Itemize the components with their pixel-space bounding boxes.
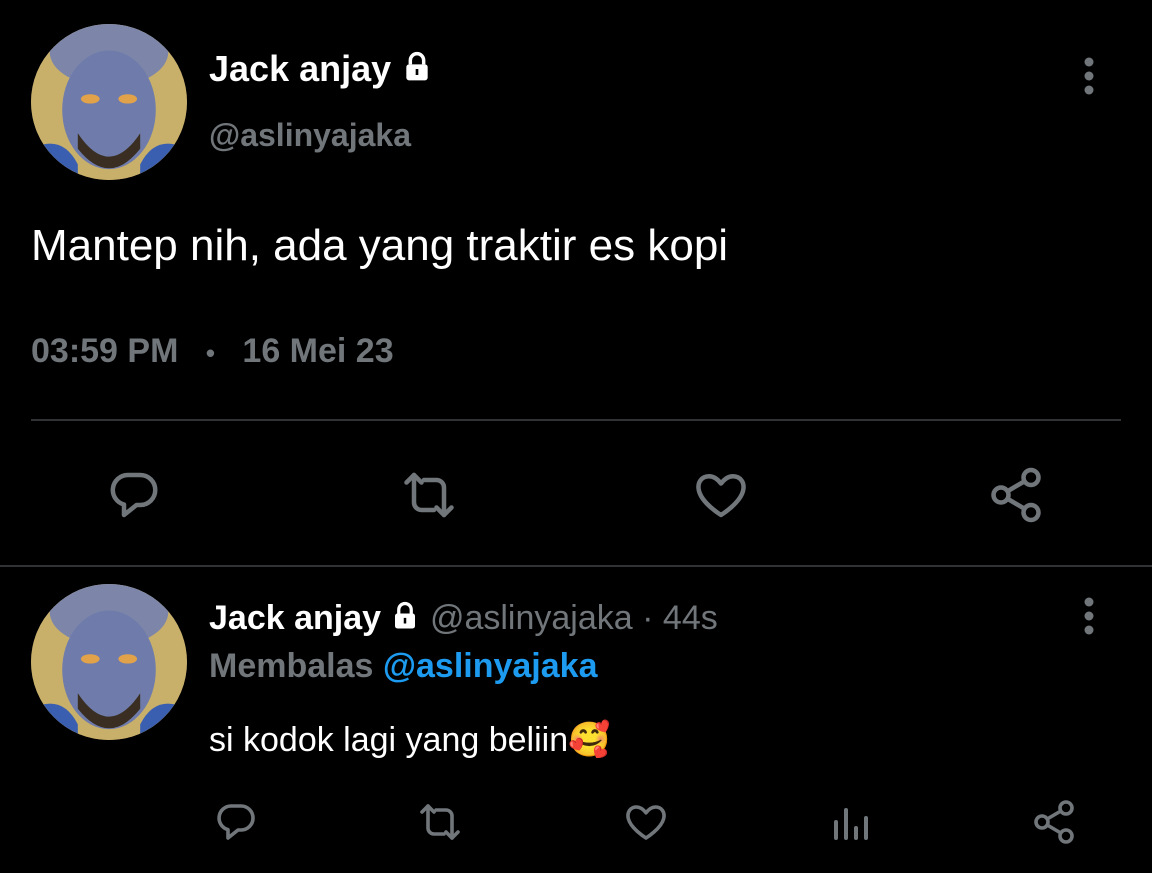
replying-to-link[interactable]: @aslinyajaka — [383, 647, 598, 685]
tweet-age: 44s — [662, 599, 718, 637]
main-tweet-avatar[interactable] — [31, 24, 187, 180]
retweet-icon[interactable] — [396, 465, 462, 525]
more-options-icon[interactable] — [1074, 56, 1104, 96]
views-icon[interactable] — [826, 798, 874, 846]
share-icon[interactable] — [986, 465, 1046, 525]
lock-icon — [401, 50, 433, 92]
divider — [31, 419, 1121, 421]
reply-tweet-avatar[interactable] — [31, 584, 187, 740]
reply-icon[interactable] — [212, 798, 260, 846]
section-divider — [0, 565, 1152, 567]
avatar-image — [31, 584, 187, 740]
tweet-date: 16 Mei 23 — [242, 332, 394, 370]
replying-prefix: Membalas — [209, 647, 374, 685]
reply-handle[interactable]: @aslinyajaka — [430, 599, 633, 637]
tweet-time: 03:59 PM — [31, 332, 179, 370]
retweet-icon[interactable] — [414, 798, 466, 846]
reply-text: si kodok lagi yang beliin — [209, 721, 569, 759]
lock-icon — [390, 600, 420, 640]
author-name: Jack anjay — [209, 48, 392, 89]
main-tweet-author[interactable]: Jack anjay — [209, 48, 433, 92]
main-tweet-handle[interactable]: @aslinyajaka — [209, 115, 411, 155]
like-icon[interactable] — [622, 798, 670, 846]
reply-icon[interactable] — [104, 465, 164, 525]
share-icon[interactable] — [1030, 798, 1078, 846]
replying-to-line: Membalas @aslinyajaka — [209, 646, 597, 686]
more-options-icon[interactable] — [1074, 596, 1104, 636]
reply-tweet-header: Jack anjay @aslinyajaka · 44s — [209, 598, 718, 640]
smiling-hearts-emoji: 🥰 — [568, 721, 611, 759]
main-tweet-text: Mantep nih, ada yang traktir es kopi — [31, 221, 729, 270]
dot-separator: · — [642, 599, 654, 637]
separator: • — [205, 338, 215, 368]
reply-tweet-text: si kodok lagi yang beliin🥰 — [209, 718, 610, 762]
avatar-image — [31, 24, 187, 180]
main-tweet-timestamp: 03:59 PM • 16 Mei 23 — [31, 330, 394, 374]
author-name[interactable]: Jack anjay — [209, 599, 381, 637]
like-icon[interactable] — [691, 465, 751, 525]
